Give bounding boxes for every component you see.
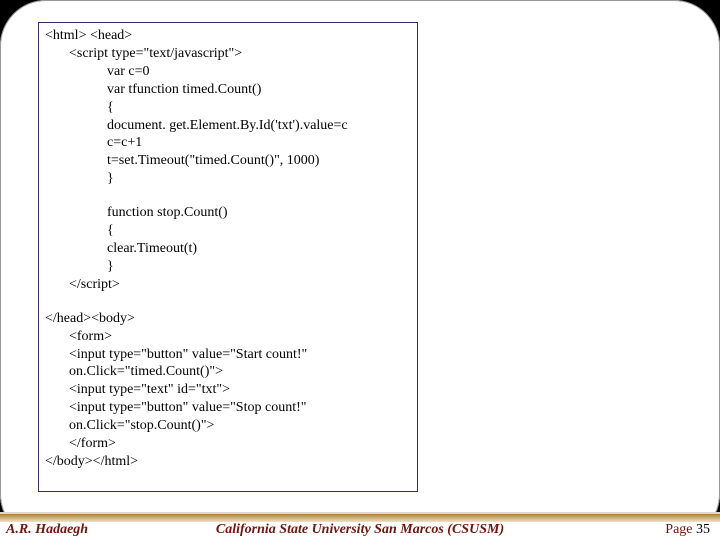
code-line: <script type="text/javascript"> (45, 45, 411, 63)
code-line: } (45, 258, 411, 276)
code-line: { (45, 222, 411, 240)
university-name: California State University San Marcos (… (0, 522, 720, 538)
code-line: on.Click="stop.Count()"> (45, 417, 411, 435)
code-line: </head><body> (45, 310, 411, 328)
code-line: <html> <head> (45, 27, 411, 45)
code-line: <input type="button" value="Stop count!" (45, 399, 411, 417)
code-line: var tfunction timed.Count() (45, 81, 411, 99)
page-indicator: Page 35 (665, 522, 710, 538)
code-line: document. get.Element.By.Id('txt').value… (45, 117, 411, 135)
code-line: </form> (45, 435, 411, 453)
code-line: <input type="text" id="txt"> (45, 381, 411, 399)
slide: <html> <head> <script type="text/javascr… (0, 0, 720, 540)
code-line: var c=0 (45, 63, 411, 81)
page-label: Page (665, 522, 696, 537)
code-line: { (45, 99, 411, 117)
code-line: <input type="button" value="Start count!… (45, 346, 411, 364)
code-line: c=c+1 (45, 134, 411, 152)
code-line: <form> (45, 328, 411, 346)
code-box: <html> <head> <script type="text/javascr… (38, 22, 418, 492)
footer: A.R. Hadaegh California State University… (0, 512, 720, 540)
code-line: clear.Timeout(t) (45, 240, 411, 258)
code-line: } (45, 170, 411, 188)
page-number: 35 (696, 522, 710, 537)
code-line: on.Click="timed.Count()"> (45, 363, 411, 381)
code-line: t=set.Timeout("timed.Count()", 1000) (45, 152, 411, 170)
code-line: function stop.Count() (45, 204, 411, 222)
code-line: </body></html> (45, 453, 411, 471)
code-line: </script> (45, 276, 411, 294)
